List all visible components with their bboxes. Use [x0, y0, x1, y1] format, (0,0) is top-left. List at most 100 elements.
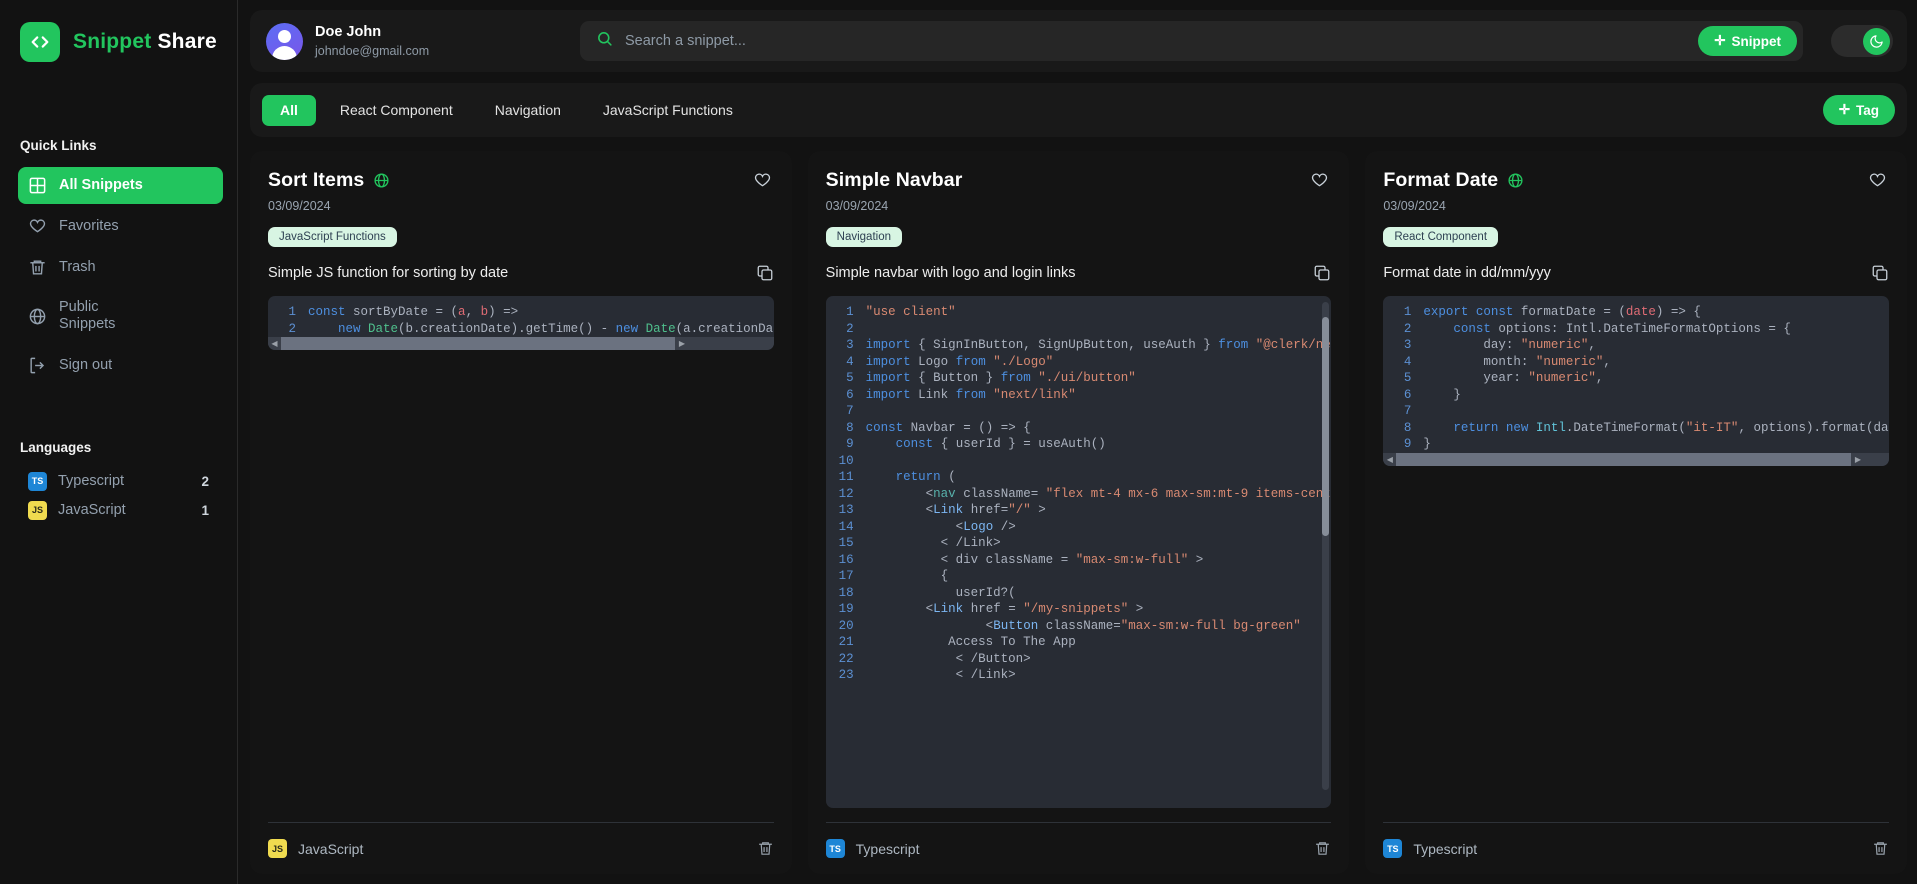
favorite-heart-icon[interactable] [1308, 169, 1331, 192]
code-lines[interactable]: 1 const sortByDate = (a, b) => 2 new Date(… [268, 296, 773, 337]
tab-all[interactable]: All [262, 94, 316, 126]
code-text: } [1423, 437, 1431, 451]
line-number: 5 [1403, 371, 1412, 385]
scroll-left-arrow[interactable]: ◀ [1383, 455, 1396, 464]
snippet-card-grid: Sort Items 03/09/2024 JavaScript Functions… [250, 151, 1907, 884]
card-title-row: Format Date [1383, 169, 1866, 192]
user-email: johndoe@gmail.com [315, 43, 430, 58]
code-lines[interactable]: 1 "use client" 2 3 import { SignInButton, Si… [826, 296, 1332, 808]
moon-icon [1870, 34, 1883, 48]
tab-react-component[interactable]: React Component [322, 95, 471, 126]
code-horizontal-scrollbar[interactable]: ◀ ▶ [1383, 452, 1889, 466]
code-line: 3 day: "numeric", [1383, 337, 1889, 354]
sidebar-item-all-snippets[interactable]: All Snippets [18, 167, 223, 204]
card-title: Sort Items [268, 169, 365, 191]
card-date: 03/09/2024 [268, 199, 331, 213]
language-row-typescript[interactable]: TS Typescript 2 [18, 467, 219, 496]
line-number: 1 [288, 305, 296, 319]
code-text: month: "numeric", [1423, 354, 1611, 369]
line-number: 15 [838, 536, 854, 550]
tab-javascript-functions[interactable]: JavaScript Functions [585, 95, 751, 126]
code-line: 3 import { SignInButton, SignUpButton, us… [826, 337, 1331, 354]
sidebar-item-trash[interactable]: Trash [18, 249, 223, 286]
user-profile[interactable]: Doe John johndoe@gmail.com [266, 22, 566, 60]
delete-snippet-icon[interactable] [1872, 840, 1889, 857]
line-number: 7 [1403, 404, 1412, 418]
code-text: <Link href = "/my-snippets" > [865, 602, 1144, 616]
theme-toggle[interactable] [1831, 25, 1893, 57]
language-label: Typescript [58, 473, 125, 490]
line-number: 4 [1403, 354, 1412, 369]
line-number: 1 [1403, 305, 1412, 319]
search-input[interactable] [625, 33, 1687, 49]
card-footer: TS Typescript [825, 822, 1332, 874]
card-spacer [268, 350, 774, 808]
code-line: 17 { [826, 568, 1332, 585]
card-tag-badge[interactable]: JavaScript Functions [268, 227, 397, 247]
card-description-row: Simple navbar with logo and login links [826, 264, 1332, 282]
card-title-row: Simple Navbar [826, 169, 1309, 192]
add-tag-button[interactable]: ✛ Tag [1822, 95, 1895, 125]
scroll-left-arrow[interactable]: ◀ [268, 339, 281, 348]
line-number: 9 [1403, 437, 1412, 451]
delete-snippet-icon[interactable] [757, 840, 774, 857]
brand[interactable]: Snippet Share [0, 22, 237, 62]
javascript-icon: JS [28, 500, 47, 520]
code-line: 8 const Navbar = () => { [826, 420, 1332, 437]
card-spacer [1383, 466, 1889, 809]
code-text: <nav className= "flex mt-4 mx-6 max-sm:m… [865, 486, 1332, 501]
snippet-card: Format Date 03/09/2024 React Component Form… [1365, 151, 1907, 874]
scroll-right-arrow[interactable]: ▶ [1851, 455, 1864, 464]
card-language-icon: TS [825, 839, 845, 858]
code-vertical-scrollbar[interactable] [1322, 302, 1330, 790]
card-header: Sort Items 03/09/2024 [268, 169, 774, 213]
sidebar-item-sign-out[interactable]: Sign out [18, 347, 223, 384]
line-number: 7 [846, 404, 854, 418]
line-number: 12 [838, 486, 854, 501]
card-header: Format Date 03/09/2024 [1383, 169, 1889, 213]
scroll-right-arrow[interactable]: ▶ [675, 339, 688, 348]
code-brackets-icon [20, 22, 60, 62]
sidebar-item-favorites[interactable]: Favorites [18, 208, 223, 245]
card-title-row: Sort Items [268, 169, 751, 192]
line-number: 2 [846, 321, 854, 336]
sidebar-item-public-snippets[interactable]: Public Snippets [18, 290, 223, 343]
copy-icon[interactable] [1313, 264, 1331, 282]
code-block: 1 export const formatDate = (date) => {2 … [1383, 296, 1889, 466]
code-horizontal-scrollbar[interactable]: ◀ ▶ [268, 337, 774, 350]
code-line: 2 const options: Intl.DateTimeFormatOpti… [1383, 321, 1889, 338]
delete-snippet-icon[interactable] [1314, 840, 1331, 857]
copy-icon[interactable] [756, 264, 774, 282]
code-text: userId?( [865, 585, 1016, 600]
card-footer: TS Typescript [1383, 822, 1889, 874]
sidebar-item-label: Favorites [59, 217, 119, 234]
new-snippet-button[interactable]: ✛ Snippet [1698, 26, 1797, 56]
card-tag-badge[interactable]: Navigation [825, 227, 902, 247]
card-tag-badge[interactable]: React Component [1383, 227, 1499, 247]
code-text: Access To The App [865, 635, 1076, 649]
search-icon [596, 30, 613, 52]
line-number: 23 [838, 668, 854, 682]
favorite-heart-icon[interactable] [751, 169, 774, 192]
code-text: < div className = "max-sm:w-full" > [865, 552, 1204, 567]
language-row-javascript[interactable]: JS JavaScript 1 [18, 496, 219, 525]
search-bar[interactable]: ✛ Snippet [580, 21, 1803, 61]
code-line: 7 [1383, 403, 1889, 420]
snippet-card: Sort Items 03/09/2024 JavaScript Functions… [250, 151, 792, 874]
code-block: 1 "use client" 2 3 import { SignInButton, Si… [825, 296, 1332, 808]
line-number: 17 [838, 569, 854, 583]
favorite-heart-icon[interactable] [1866, 169, 1889, 192]
code-line: 19 <Link href = "/my-snippets" > [826, 601, 1332, 618]
code-line: 11 return ( [826, 469, 1332, 486]
languages-heading: Languages [20, 439, 92, 455]
tab-navigation[interactable]: Navigation [477, 95, 579, 126]
line-number: 22 [838, 651, 854, 666]
globe-icon [28, 307, 47, 326]
plus-icon: ✛ [1838, 102, 1850, 117]
line-number: 2 [1403, 321, 1412, 336]
copy-icon[interactable] [1871, 264, 1889, 282]
code-line: 12 <nav className= "flex mt-4 mx-6 max-s… [826, 486, 1332, 503]
code-lines[interactable]: 1 export const formatDate = (date) => {2 … [1383, 296, 1889, 453]
public-globe-icon [1507, 172, 1524, 189]
code-text: const { userId } = useAuth() [895, 437, 1106, 451]
